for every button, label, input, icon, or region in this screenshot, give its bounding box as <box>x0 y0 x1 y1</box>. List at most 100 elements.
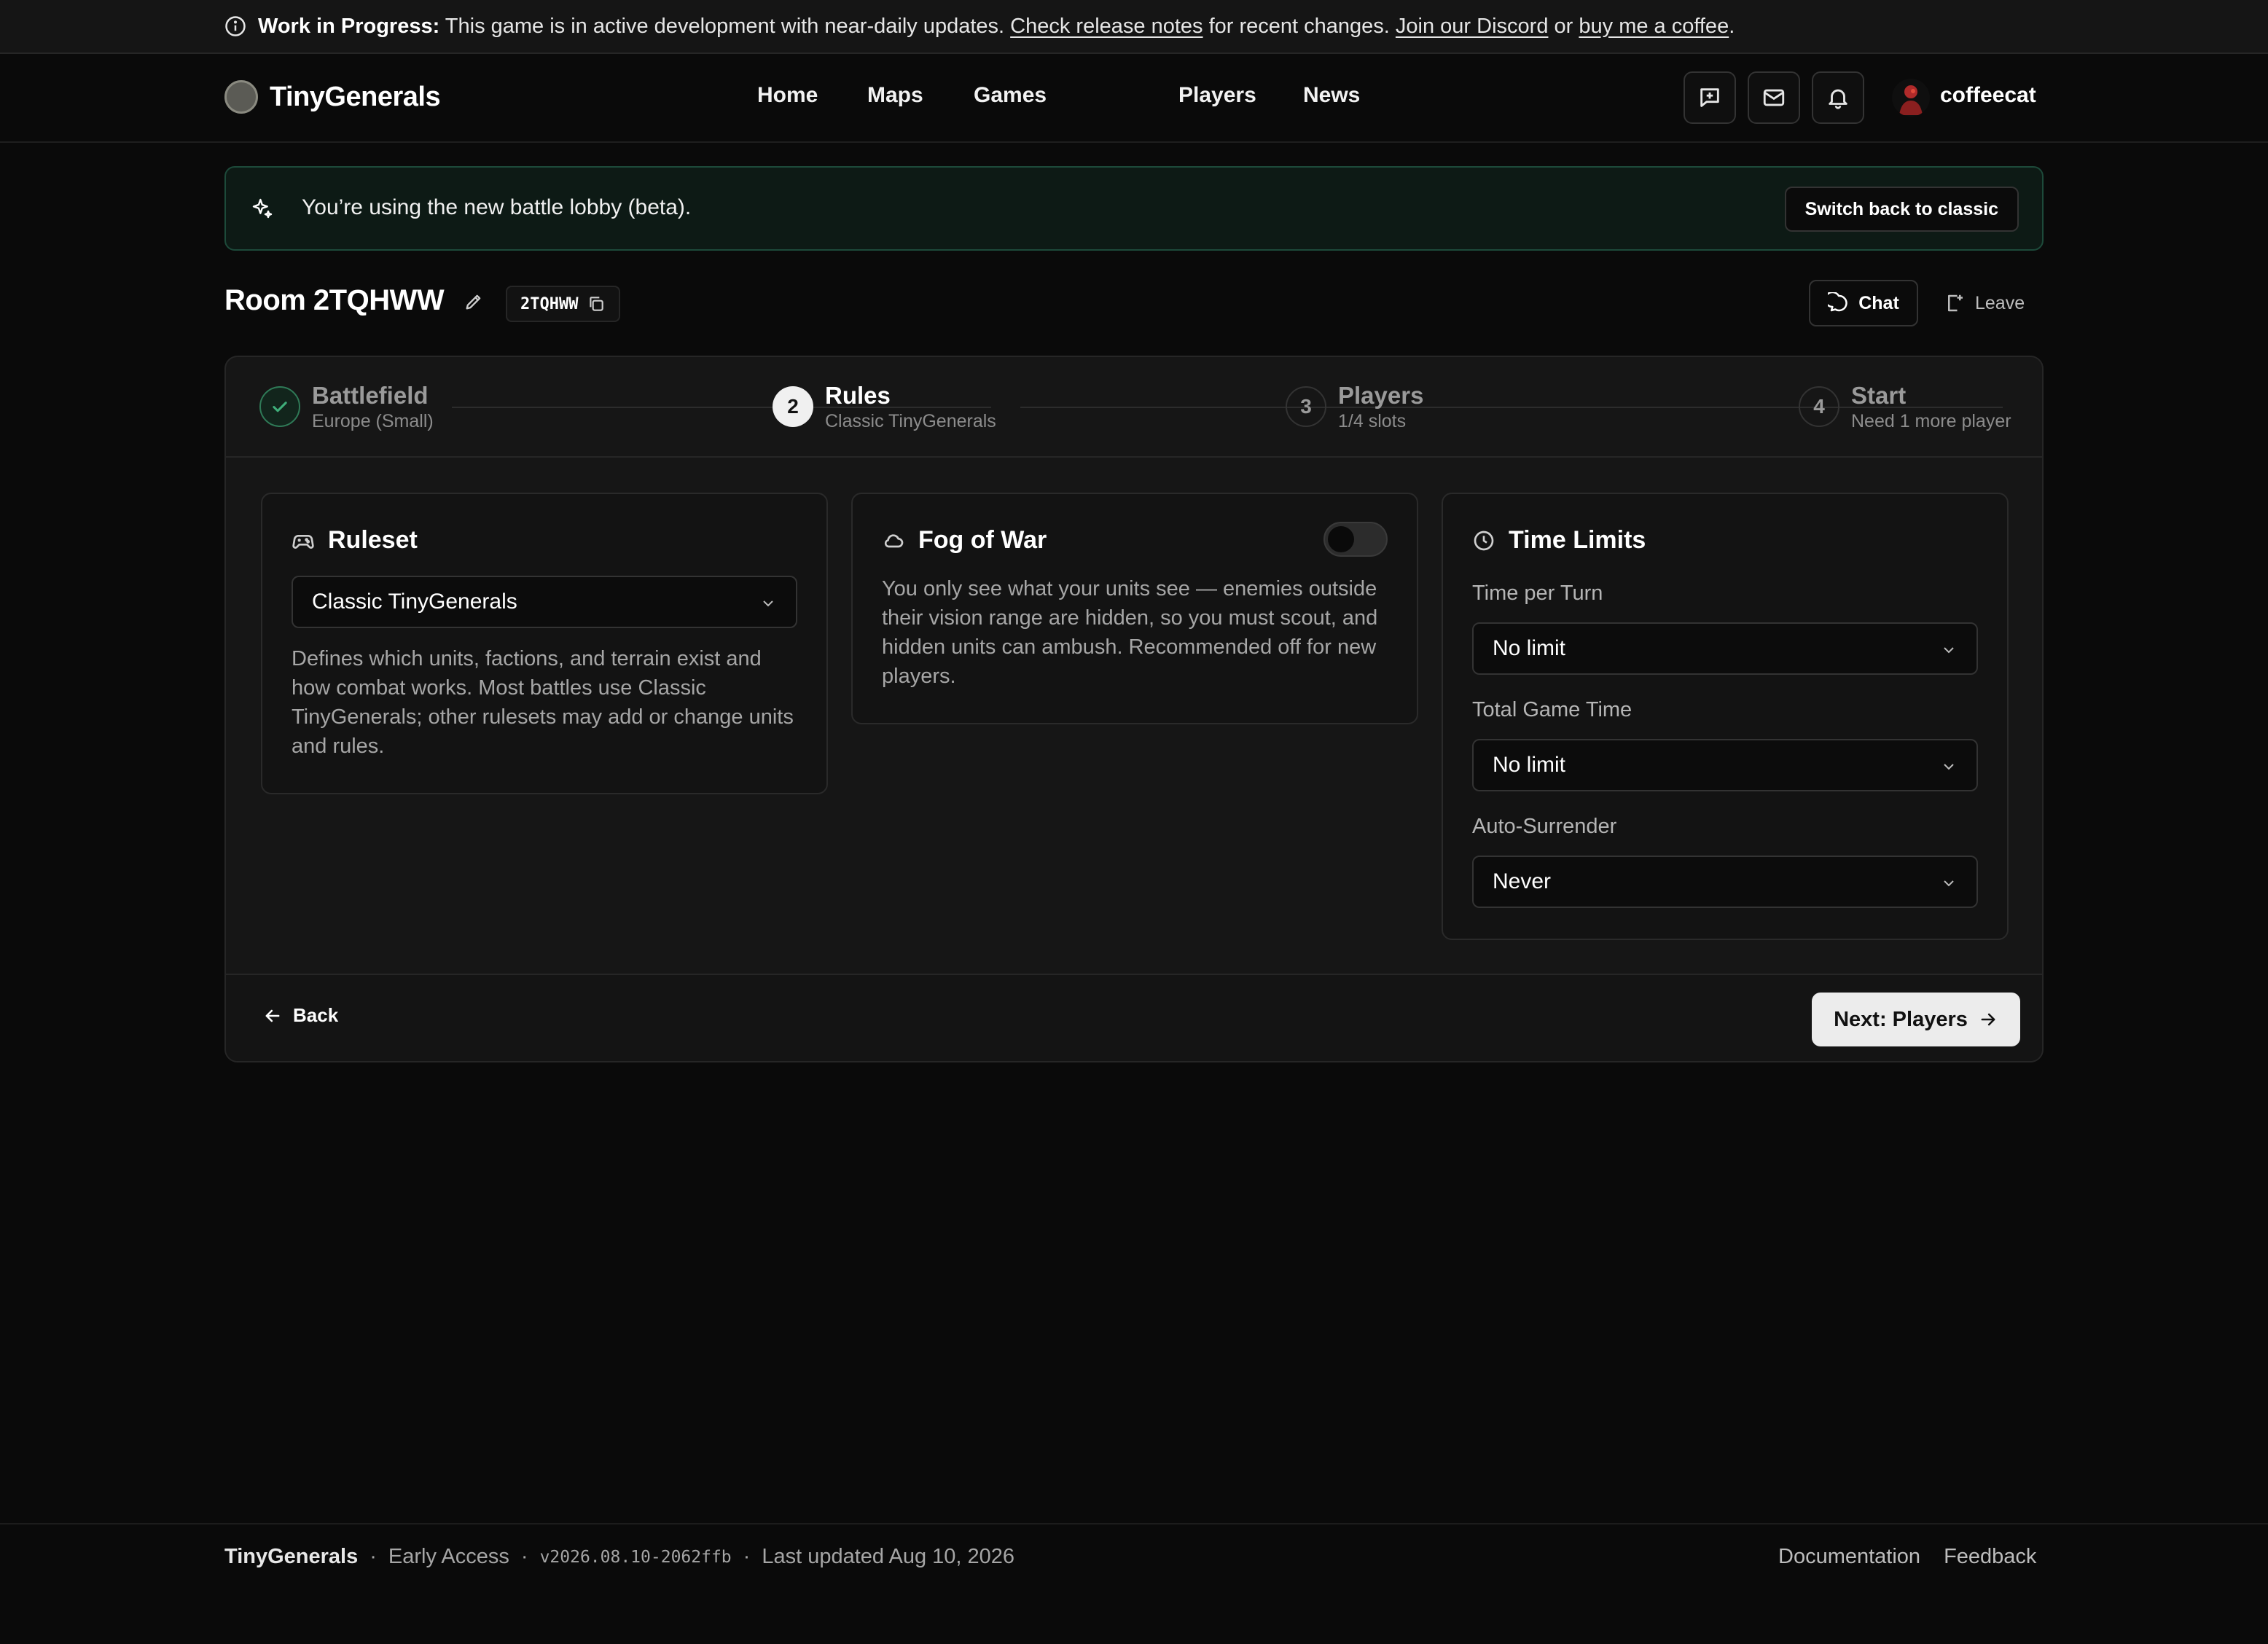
step-4-title[interactable]: Start <box>1851 382 1906 410</box>
wip-after-release: for recent changes. <box>1208 14 1390 38</box>
wip-or: or <box>1554 14 1573 38</box>
footer-separator: · <box>369 1545 377 1568</box>
clock-icon <box>1474 531 1494 550</box>
step-1-title[interactable]: Battlefield <box>312 382 429 410</box>
leave-label: Leave <box>1975 292 2025 313</box>
pencil-icon <box>466 294 481 310</box>
leave-button[interactable]: Leave <box>1944 280 2025 326</box>
time-per-turn-label: Time per Turn <box>1472 582 1603 605</box>
wip-banner: Work in Progress: This game is in active… <box>0 0 2268 54</box>
step-3-subtitle: 1/4 slots <box>1338 411 1407 431</box>
step-4-subtitle: Need 1 more player <box>1851 411 2011 431</box>
logo-icon <box>224 80 258 114</box>
notifications-button[interactable] <box>1812 71 1864 124</box>
footer-version: v2026.08.10-2062ffb <box>539 1547 732 1567</box>
nav-maps[interactable]: Maps <box>867 83 923 108</box>
footer-brand: TinyGenerals <box>224 1545 359 1568</box>
arrow-left-icon <box>265 1009 280 1022</box>
edit-room-name-button[interactable] <box>464 291 484 312</box>
card-footer: Back Next: Players <box>226 974 2042 1061</box>
back-label: Back <box>293 1004 339 1026</box>
auto-surrender-select[interactable]: Never <box>1472 856 1978 908</box>
gamepad-icon <box>292 534 314 549</box>
step-connector <box>452 407 991 408</box>
wip-title: Work in Progress: <box>258 14 440 38</box>
chat-label: Chat <box>1858 292 1899 313</box>
ruleset-panel: Ruleset Classic TinyGenerals Defines whi… <box>261 493 828 794</box>
ruleset-title: Ruleset <box>328 526 418 554</box>
chat-button[interactable]: Chat <box>1809 280 1918 326</box>
step-2-subtitle: Classic TinyGenerals <box>825 411 996 431</box>
step-1-complete-circle[interactable] <box>259 386 300 427</box>
footer-separator: · <box>743 1545 751 1568</box>
fog-of-war-toggle[interactable] <box>1323 522 1388 557</box>
step-2-active-circle[interactable]: 2 <box>773 386 813 427</box>
check-icon <box>273 402 287 412</box>
ruleset-select[interactable]: Classic TinyGenerals <box>292 576 797 628</box>
messages-button[interactable] <box>1748 71 1800 124</box>
wip-message: This game is in active development with … <box>445 14 1005 38</box>
info-icon <box>224 15 246 37</box>
nav-home[interactable]: Home <box>757 83 818 108</box>
new-game-button[interactable] <box>1684 71 1736 124</box>
site-header: TinyGenerals Home Maps Games Players New… <box>0 54 2268 143</box>
username[interactable]: coffeecat <box>1940 83 2036 108</box>
total-game-time-label: Total Game Time <box>1472 698 1632 721</box>
next-players-button[interactable]: Next: Players <box>1812 993 2020 1046</box>
next-label: Next: Players <box>1834 1007 1968 1031</box>
fog-of-war-panel: Fog of War You only see what your units … <box>851 493 1418 724</box>
room-code: 2TQHWW <box>520 294 579 313</box>
room-code-chip[interactable]: 2TQHWW <box>506 286 621 322</box>
time-limits-title: Time Limits <box>1509 526 1646 554</box>
auto-surrender-value: Never <box>1493 869 1552 893</box>
site-footer: TinyGenerals · Early Access · v2026.08.1… <box>0 1523 2268 1644</box>
footer-separator: · <box>520 1545 528 1568</box>
step-4-circle[interactable]: 4 <box>1799 386 1839 427</box>
nav-games[interactable]: Games <box>974 83 1047 108</box>
message-plus-icon <box>1700 88 1719 107</box>
toggle-knob <box>1328 526 1354 552</box>
nav-news[interactable]: News <box>1303 83 1360 108</box>
leave-icon <box>1948 294 1963 312</box>
total-game-time-select[interactable]: No limit <box>1472 739 1978 791</box>
step-2-title[interactable]: Rules <box>825 382 891 410</box>
copy-icon <box>590 297 604 311</box>
beta-notice-text: You’re using the new battle lobby (beta)… <box>302 195 692 219</box>
feedback-link[interactable]: Feedback <box>1944 1545 2036 1569</box>
beta-notice: You’re using the new battle lobby (beta)… <box>224 166 2044 251</box>
back-button[interactable]: Back <box>262 1004 338 1027</box>
chevron-down-icon <box>1944 880 1954 887</box>
step-1-subtitle: Europe (Small) <box>312 411 434 431</box>
fog-of-war-description: You only see what your units see — enemi… <box>882 577 1378 688</box>
stepper: Battlefield Europe (Small) 2 Rules Class… <box>226 357 2042 458</box>
cloud-icon <box>884 533 904 547</box>
lobby-card: Battlefield Europe (Small) 2 Rules Class… <box>224 356 2044 1062</box>
avatar[interactable] <box>1892 79 1930 117</box>
brand-name: TinyGenerals <box>270 81 441 112</box>
bell-icon <box>1829 89 1847 109</box>
chevron-down-icon <box>1944 764 1954 770</box>
coffee-link[interactable]: buy me a coffee <box>1579 15 1729 38</box>
discord-link[interactable]: Join our Discord <box>1396 15 1549 38</box>
footer-updated: Last updated Aug 10, 2026 <box>762 1545 1015 1568</box>
time-per-turn-value: No limit <box>1493 636 1566 660</box>
mail-icon <box>1763 89 1785 106</box>
sparkles-icon <box>251 197 274 220</box>
wip-period: . <box>1729 14 1735 38</box>
ruleset-selected: Classic TinyGenerals <box>312 590 517 614</box>
documentation-link[interactable]: Documentation <box>1778 1545 1920 1569</box>
fog-of-war-title: Fog of War <box>918 526 1047 554</box>
step-connector <box>1440 407 2003 408</box>
nav-players[interactable]: Players <box>1178 83 1256 108</box>
step-3-title[interactable]: Players <box>1338 382 1423 410</box>
time-limits-panel: Time Limits Time per Turn No limit Total… <box>1442 493 2009 940</box>
time-per-turn-select[interactable]: No limit <box>1472 622 1978 675</box>
auto-surrender-label: Auto-Surrender <box>1472 815 1617 838</box>
brand-logo[interactable]: TinyGenerals <box>224 80 441 114</box>
total-game-time-value: No limit <box>1493 753 1566 777</box>
release-notes-link[interactable]: Check release notes <box>1010 15 1203 38</box>
chevron-down-icon <box>1944 647 1954 654</box>
chevron-down-icon <box>763 600 773 607</box>
switch-to-classic-button[interactable]: Switch back to classic <box>1784 187 2019 232</box>
step-3-circle[interactable]: 3 <box>1286 386 1326 427</box>
